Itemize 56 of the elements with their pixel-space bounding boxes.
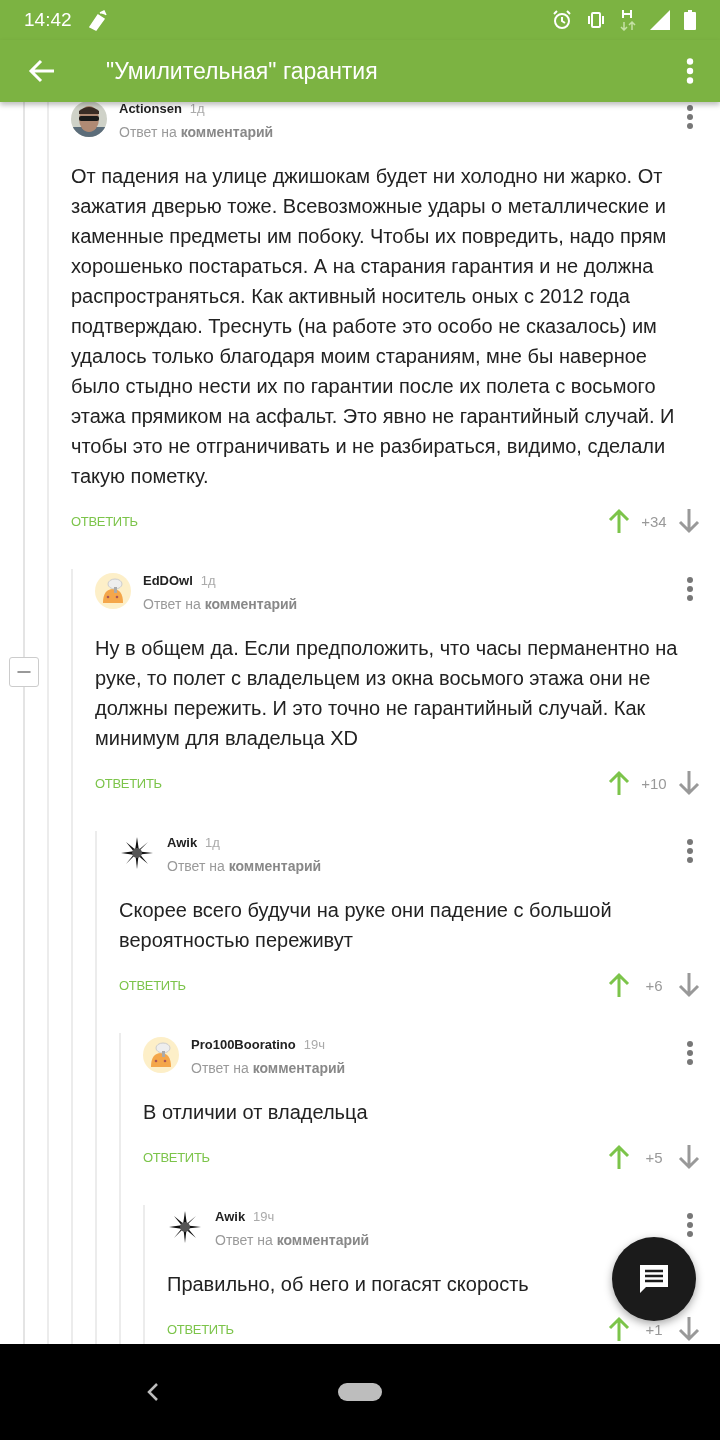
downvote-icon[interactable] [678, 1316, 700, 1342]
upvote-icon[interactable] [608, 1316, 630, 1342]
home-button[interactable] [338, 1383, 382, 1401]
downvote-icon[interactable] [678, 972, 700, 998]
chef-avatar-icon [143, 1037, 179, 1073]
comment-fab[interactable] [612, 1237, 696, 1321]
chef-avatar-icon [95, 573, 131, 609]
comment-score: +34 [640, 512, 668, 530]
comment-author[interactable]: EdDOwl [143, 573, 193, 588]
more-icon[interactable] [686, 577, 694, 601]
reply-to-label: Ответ на комментарий [143, 596, 298, 612]
comment-author[interactable]: Awik [167, 835, 198, 850]
comment-author[interactable]: Pro100Booratino [191, 1037, 296, 1052]
comment-score: +6 [644, 976, 664, 994]
comment-text: От падения на улице джишокам будет ни холодно ни жарко. От зажатия дверью тоже. Всевозможные удары о металлические и каменные предметы им побоку. Чтобы их повредить, надо прям хорошенько постараться. А на старания гарантия и не должна распространяться. Как активный носитель оных с 2012 года подтверждаю. Треснуть (на работе это особо не сказалось) им удалось только благодаря моим стараниям, мне бы наверное было стыдно нести их по гарантии после их полета с восьмого этажа прямиком на асфальт. Это явно не гарантийный случай. И чтобы это не отграничивать и не разбираться, видимо, сделали такую пометку. [71, 164, 676, 489]
comment-author[interactable]: Awik [215, 1209, 246, 1224]
comment-time: 1д [205, 835, 220, 850]
comment-time: 19ч [303, 1037, 325, 1052]
comment-author[interactable]: Actionsen [119, 102, 182, 116]
page-title: "Умилительная" гарантия [106, 57, 378, 85]
more-icon[interactable] [686, 1213, 694, 1237]
comment-time: 19ч [253, 1209, 275, 1224]
upvote-icon[interactable] [608, 770, 630, 796]
more-icon[interactable] [686, 105, 694, 129]
downvote-icon[interactable] [678, 770, 700, 796]
more-icon[interactable] [686, 839, 694, 863]
comment-time: 1д [200, 573, 216, 588]
signal-icon [650, 10, 670, 30]
downvote-icon[interactable] [678, 1144, 700, 1170]
battery-icon [684, 10, 696, 30]
comment-score: +10 [640, 774, 668, 792]
vibrate-icon [586, 10, 606, 30]
more-icon[interactable] [686, 1041, 694, 1065]
comment-text: Скорее всего будучи на руке они падение с большой вероятностью переживут [119, 898, 613, 953]
reply-to-label: Ответ на комментарий [119, 124, 274, 140]
status-time: 14:42 [24, 9, 72, 31]
back-icon[interactable] [28, 57, 56, 85]
message-icon [638, 1263, 670, 1295]
collapse-icon[interactable] [9, 657, 39, 687]
upvote-icon[interactable] [608, 508, 630, 534]
comment-score: +5 [644, 1148, 664, 1166]
more-icon[interactable] [686, 58, 694, 84]
nav-back-icon[interactable] [146, 1382, 160, 1402]
downvote-icon[interactable] [678, 508, 700, 534]
reply-to-label: Ответ на комментарий [167, 858, 322, 874]
comment-score: +1 [644, 1320, 664, 1338]
comment-text: Правильно, об него и погасят скорость [167, 1272, 529, 1297]
comment-time: 1д [189, 102, 205, 116]
comment-text: Ну в общем да. Если предположить, что часы перманентно на руке, то полет с владельцем из окна восьмого этажа они не должны пережить. И это точно не гарантийный случай. Как минимум для владельца XD [95, 636, 679, 751]
reply-to-label: Ответ на комментарий [191, 1060, 346, 1076]
alarm-icon [552, 10, 572, 30]
upvote-icon[interactable] [608, 972, 630, 998]
network-icon [620, 9, 636, 31]
upvote-icon[interactable] [608, 1144, 630, 1170]
reply-to-label: Ответ на комментарий [215, 1232, 370, 1248]
comment-text: В отличии от владельца [143, 1100, 368, 1125]
